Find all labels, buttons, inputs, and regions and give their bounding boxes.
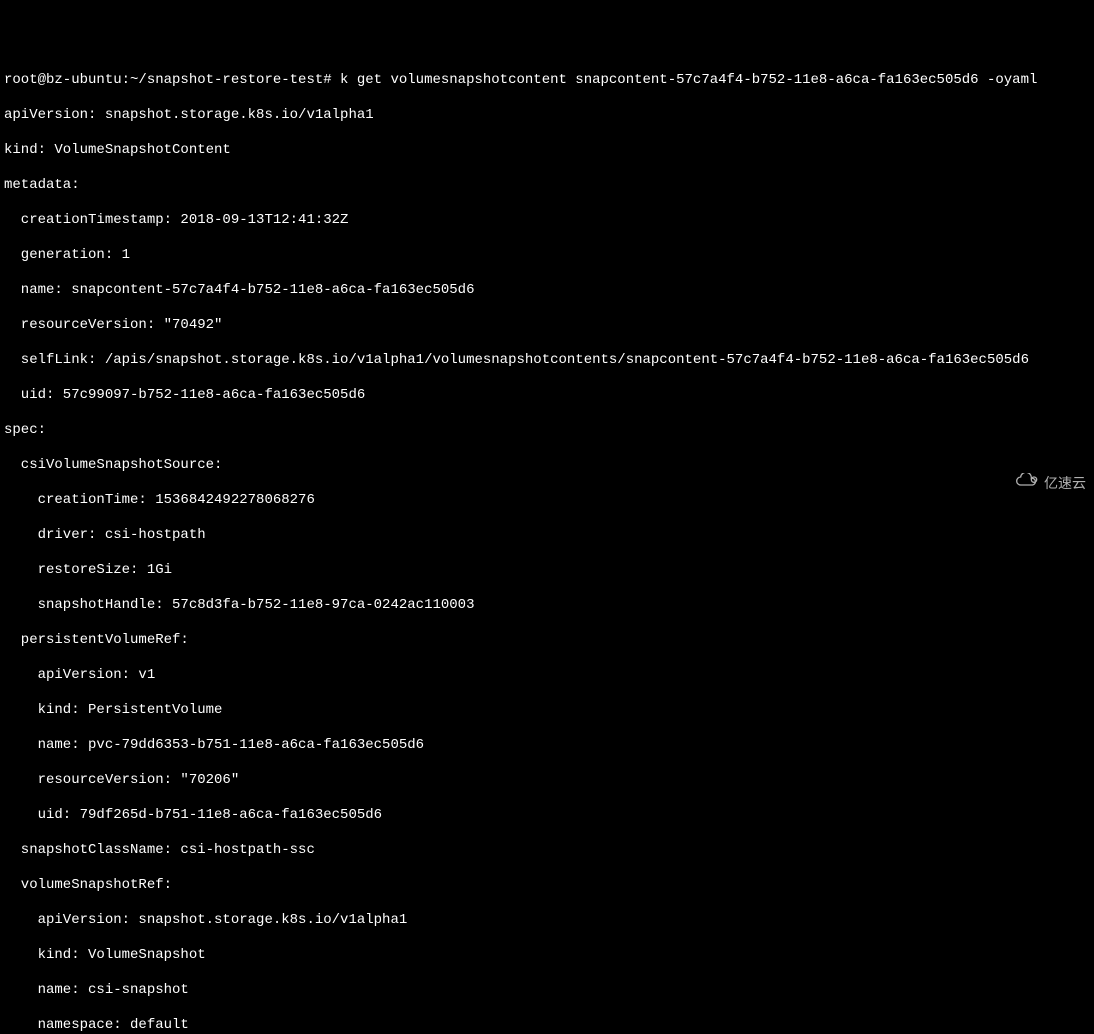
yaml-pv-ref: persistentVolumeRef: xyxy=(4,632,1090,650)
yaml-vs-apiversion: apiVersion: snapshot.storage.k8s.io/v1al… xyxy=(4,912,1090,930)
yaml-apiversion: apiVersion: snapshot.storage.k8s.io/v1al… xyxy=(4,107,1090,125)
yaml-pv-resource-version: resourceVersion: "70206" xyxy=(4,772,1090,790)
yaml-csi-snapshot-handle: snapshotHandle: 57c8d3fa-b752-11e8-97ca-… xyxy=(4,597,1090,615)
cloud-icon xyxy=(996,456,1040,512)
yaml-vs-kind: kind: VolumeSnapshot xyxy=(4,947,1090,965)
yaml-pv-name: name: pvc-79dd6353-b751-11e8-a6ca-fa163e… xyxy=(4,737,1090,755)
yaml-selflink: selfLink: /apis/snapshot.storage.k8s.io/… xyxy=(4,352,1090,370)
yaml-name: name: snapcontent-57c7a4f4-b752-11e8-a6c… xyxy=(4,282,1090,300)
yaml-pv-kind: kind: PersistentVolume xyxy=(4,702,1090,720)
watermark-text: 亿速云 xyxy=(1044,475,1086,493)
yaml-vs-ref: volumeSnapshotRef: xyxy=(4,877,1090,895)
yaml-csi-creation-time: creationTime: 1536842492278068276 xyxy=(4,492,1090,510)
terminal-prompt-line[interactable]: root@bz-ubuntu:~/snapshot-restore-test# … xyxy=(4,72,1090,90)
yaml-snapshot-classname: snapshotClassName: csi-hostpath-ssc xyxy=(4,842,1090,860)
watermark: 亿速云 xyxy=(996,456,1086,512)
yaml-csi-restore-size: restoreSize: 1Gi xyxy=(4,562,1090,580)
yaml-metadata: metadata: xyxy=(4,177,1090,195)
yaml-vs-namespace: namespace: default xyxy=(4,1017,1090,1034)
yaml-pv-uid: uid: 79df265d-b751-11e8-a6ca-fa163ec505d… xyxy=(4,807,1090,825)
yaml-generation: generation: 1 xyxy=(4,247,1090,265)
yaml-csi-source: csiVolumeSnapshotSource: xyxy=(4,457,1090,475)
yaml-kind: kind: VolumeSnapshotContent xyxy=(4,142,1090,160)
yaml-csi-driver: driver: csi-hostpath xyxy=(4,527,1090,545)
yaml-pv-apiversion: apiVersion: v1 xyxy=(4,667,1090,685)
yaml-uid: uid: 57c99097-b752-11e8-a6ca-fa163ec505d… xyxy=(4,387,1090,405)
yaml-vs-name: name: csi-snapshot xyxy=(4,982,1090,1000)
yaml-spec: spec: xyxy=(4,422,1090,440)
yaml-resource-version: resourceVersion: "70492" xyxy=(4,317,1090,335)
yaml-creation-timestamp: creationTimestamp: 2018-09-13T12:41:32Z xyxy=(4,212,1090,230)
